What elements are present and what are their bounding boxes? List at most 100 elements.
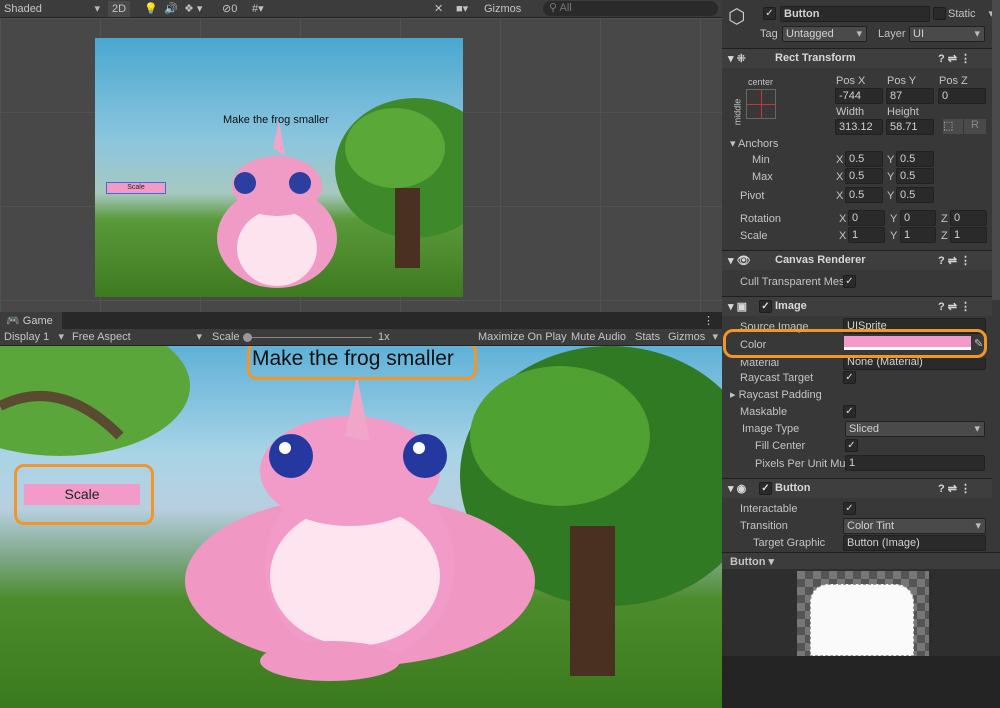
canvas-renderer-header[interactable]: ▾ 👁 Canvas Renderer ? ⇌ ⋮: [722, 250, 992, 270]
effects-icon[interactable]: ❖ ▾: [180, 1, 206, 17]
anchor-v-label: middle: [732, 98, 743, 126]
game-title-text: Make the frog smaller: [252, 347, 454, 370]
static-dropdown[interactable]: Static: [948, 7, 998, 21]
anchor-min-y-field[interactable]: 0.5: [896, 151, 934, 167]
scene-illustration: [217, 98, 463, 288]
button-header[interactable]: ▾ ◉ ✓ Button ? ⇌ ⋮: [722, 478, 992, 498]
active-checkbox[interactable]: ✓: [763, 7, 776, 20]
tab-game[interactable]: 🎮 Game: [0, 312, 62, 329]
blueprint-mode-button[interactable]: ⬚: [943, 119, 963, 134]
static-checkbox[interactable]: [933, 7, 946, 20]
game-view[interactable]: Make the frog smaller Scale: [0, 346, 722, 708]
button-title: Button: [775, 482, 811, 494]
scale-y-field[interactable]: 1: [900, 227, 936, 243]
gizmos-dropdown[interactable]: Gizmos: [480, 1, 525, 17]
audio-icon[interactable]: 🔊: [160, 1, 182, 17]
min-y-axis: Y: [887, 154, 895, 166]
scene-toolbar: Shaded 2D 💡 🔊 ❖ ▾ ⊘0 #▾ ✕ ■▾ Gizmos ⚲ Al…: [0, 0, 722, 18]
pivot-y-axis: Y: [887, 190, 895, 202]
tools-icon[interactable]: ✕: [430, 1, 447, 17]
image-header[interactable]: ▾ ▣ ✓ Image ? ⇌ ⋮: [722, 296, 992, 316]
rect-transform-header[interactable]: ▾ ⁜ Rect Transform ? ⇌ ⋮: [722, 48, 992, 68]
button-enabled-checkbox[interactable]: ✓: [759, 482, 772, 495]
component-menu-icons[interactable]: ? ⇌ ⋮: [938, 300, 971, 313]
gameobject-icon: ⬡: [728, 6, 746, 28]
stats-toggle[interactable]: Stats: [631, 329, 664, 345]
scene-search-input[interactable]: ⚲ All: [543, 1, 718, 16]
maskable-label: Maskable: [740, 406, 788, 418]
scene-scale-button[interactable]: Scale: [106, 182, 166, 194]
scale-slider[interactable]: [243, 333, 372, 342]
search-placeholder: All: [559, 2, 572, 14]
component-menu-icons[interactable]: ? ⇌ ⋮: [938, 254, 971, 267]
layer-label: Layer: [878, 28, 906, 40]
pivot-x-axis: X: [836, 190, 844, 202]
anchor-preset-button[interactable]: [746, 89, 776, 119]
anchors-foldout[interactable]: ▾ Anchors: [730, 137, 778, 151]
scene-view[interactable]: Make the frog smaller Scale: [0, 18, 722, 312]
interactable-checkbox[interactable]: ✓: [843, 502, 856, 515]
pos-z-label: Pos Z: [939, 75, 968, 87]
fill-center-checkbox[interactable]: ✓: [845, 439, 858, 452]
target-graphic-label: Target Graphic: [753, 537, 826, 549]
pivot-x-field[interactable]: 0.5: [845, 187, 883, 203]
pivot-label: Pivot: [740, 190, 765, 202]
pos-z-field[interactable]: 0: [938, 88, 986, 104]
anchor-max-y-field[interactable]: 0.5: [896, 168, 934, 184]
target-graphic-field[interactable]: Button (Image): [843, 535, 986, 551]
preview-dropdown[interactable]: Button ▾: [730, 555, 774, 569]
aspect-dropdown[interactable]: Free Aspect: [68, 329, 206, 345]
scale-z-field[interactable]: 1: [950, 227, 987, 243]
scene-canvas-image: Make the frog smaller Scale: [95, 38, 463, 297]
rotation-x-field[interactable]: 0: [848, 210, 885, 226]
lighting-icon[interactable]: 💡: [140, 1, 162, 17]
raycast-padding-foldout[interactable]: ▸ Raycast Padding: [730, 388, 822, 402]
game-toolbar: Display 1 Free Aspect Scale 1x Maximize …: [0, 329, 722, 346]
hidden-objects-toggle[interactable]: ⊘0: [218, 1, 241, 17]
rotation-y-field[interactable]: 0: [900, 210, 936, 226]
rotation-y-axis: Y: [890, 213, 898, 225]
ppu-field[interactable]: 1: [845, 455, 985, 471]
raycast-target-checkbox[interactable]: ✓: [843, 371, 856, 384]
grid-icon[interactable]: #▾: [248, 1, 268, 17]
max-x-axis: X: [836, 171, 844, 183]
image-type-label: Image Type: [742, 423, 800, 435]
inspector-scrollbar[interactable]: [992, 0, 1000, 300]
scale-x-field[interactable]: 1: [848, 227, 885, 243]
component-menu-icons[interactable]: ? ⇌ ⋮: [938, 482, 971, 495]
min-x-axis: X: [836, 154, 844, 166]
raycast-target-label: Raycast Target: [740, 372, 814, 384]
game-scale-button[interactable]: Scale: [24, 484, 140, 505]
game-gizmos-dropdown[interactable]: Gizmos: [664, 329, 722, 345]
scale-label: Scale: [212, 331, 240, 343]
image-enabled-checkbox[interactable]: ✓: [759, 300, 772, 313]
maskable-checkbox[interactable]: ✓: [843, 405, 856, 418]
raw-edit-button[interactable]: R: [964, 119, 986, 134]
height-label: Height: [887, 106, 919, 118]
width-field[interactable]: 313.12: [835, 119, 883, 135]
pos-y-label: Pos Y: [887, 75, 917, 87]
object-name-field[interactable]: Button: [780, 6, 930, 22]
display-dropdown[interactable]: Display 1: [0, 329, 68, 345]
pos-y-field[interactable]: 87: [886, 88, 934, 104]
image-type-dropdown[interactable]: Sliced: [845, 421, 985, 437]
anchor-max-x-field[interactable]: 0.5: [845, 168, 883, 184]
cull-transparent-checkbox[interactable]: ✓: [843, 275, 856, 288]
transition-dropdown[interactable]: Color Tint: [843, 518, 986, 534]
more-options-icon[interactable]: ⋮: [703, 314, 714, 327]
component-menu-icons[interactable]: ? ⇌ ⋮: [938, 52, 971, 65]
shading-dropdown[interactable]: Shaded: [0, 1, 104, 17]
layer-dropdown[interactable]: UI: [909, 26, 985, 42]
pivot-y-field[interactable]: 0.5: [896, 187, 934, 203]
camera-icon[interactable]: ■▾: [452, 1, 472, 17]
anchor-min-x-field[interactable]: 0.5: [845, 151, 883, 167]
2d-toggle[interactable]: 2D: [108, 1, 131, 17]
tag-dropdown[interactable]: Untagged: [782, 26, 867, 42]
mute-audio-toggle[interactable]: Mute Audio: [567, 329, 630, 345]
preview-label: Button: [730, 556, 766, 568]
height-field[interactable]: 58.71: [886, 119, 934, 135]
pos-x-field[interactable]: -744: [835, 88, 883, 104]
maximize-on-play-toggle[interactable]: Maximize On Play: [474, 329, 571, 345]
cull-transparent-label: Cull Transparent Mes: [740, 276, 845, 288]
rotation-z-field[interactable]: 0: [950, 210, 987, 226]
